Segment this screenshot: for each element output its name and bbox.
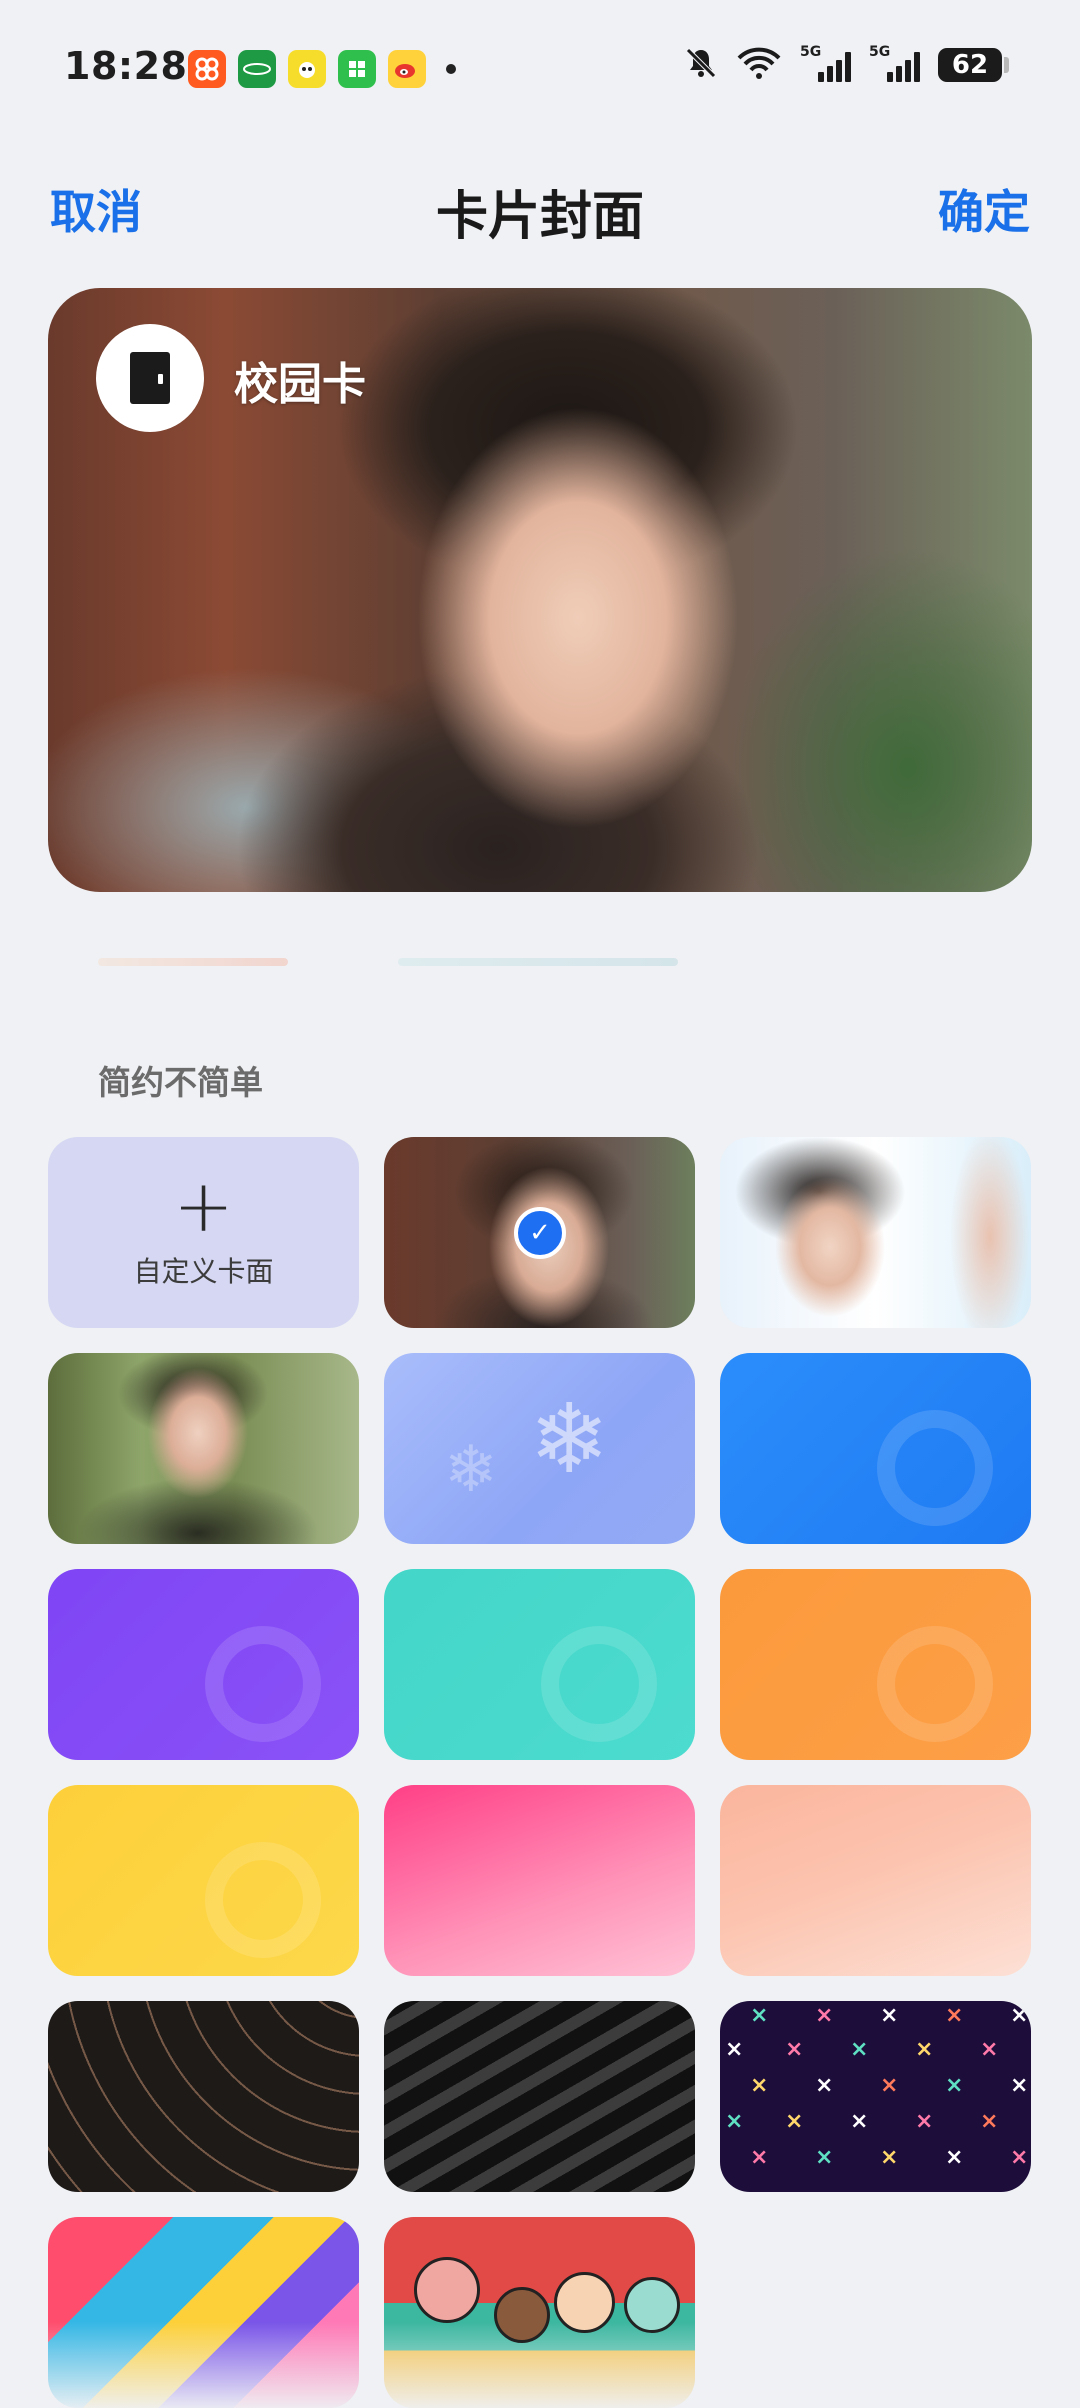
- cover-orange[interactable]: [720, 1569, 1031, 1760]
- notification-app-icons: [188, 50, 456, 88]
- cover-blue[interactable]: [720, 1353, 1031, 1544]
- cover-dark-lines[interactable]: [48, 2001, 359, 2192]
- snowflake-icon: ❄: [529, 1383, 610, 1495]
- cover-photo-1[interactable]: ✓: [384, 1137, 695, 1328]
- app-yellow-icon: [288, 50, 326, 88]
- custom-cover-tile[interactable]: + 自定义卡面: [48, 1137, 359, 1328]
- cover-zebra[interactable]: [384, 2001, 695, 2192]
- card-preview: 校园卡: [48, 288, 1032, 892]
- wifi-icon: [736, 46, 782, 84]
- scroll-hint-strip: [98, 958, 288, 966]
- cover-pink-waves[interactable]: [384, 1785, 695, 1976]
- battery-icon: 62: [938, 48, 1009, 82]
- cover-photo-3[interactable]: [48, 1353, 359, 1544]
- cover-yellow[interactable]: [48, 1785, 359, 1976]
- app-green-icon: [338, 50, 376, 88]
- page-title: 卡片封面: [435, 187, 644, 247]
- cover-purple[interactable]: [48, 1569, 359, 1760]
- cover-photo-2[interactable]: [720, 1137, 1031, 1328]
- signal-5g-1-icon: 5G: [800, 44, 851, 82]
- signal-5g-2-icon: 5G: [869, 44, 920, 82]
- cover-blocks[interactable]: [48, 2217, 359, 2408]
- mute-bell-icon: [684, 46, 718, 84]
- plus-icon: +: [173, 1163, 234, 1248]
- system-icons: 5G 5G 62: [684, 44, 1009, 84]
- cover-snowflake[interactable]: ❄ ❄: [384, 1353, 695, 1544]
- card-logo-door-icon: [96, 324, 204, 432]
- custom-cover-label: 自定义卡面: [133, 1254, 274, 1288]
- cover-peach-waves[interactable]: [720, 1785, 1031, 1976]
- scroll-hint-strip: [398, 958, 678, 966]
- cover-cartoon[interactable]: [384, 2217, 695, 2408]
- cover-grid: + 自定义卡面 ✓ ❄ ❄ × × × × × × × × × × × × × …: [48, 1137, 1032, 2408]
- cover-teal[interactable]: [384, 1569, 695, 1760]
- snowflake-icon: ❄: [444, 1433, 498, 1507]
- weibo-icon: [388, 50, 426, 88]
- section-title: 简约不简单: [98, 1063, 263, 1102]
- taobao-icon: [188, 50, 226, 88]
- confirm-button[interactable]: 确定: [938, 176, 1030, 242]
- status-bar: 18:28 5G 5G 62: [0, 0, 1080, 140]
- oppo-store-icon: [238, 50, 276, 88]
- cover-x-pattern[interactable]: × × × × × × × × × × × × × × × × × × × × …: [720, 2001, 1031, 2192]
- selected-check-icon: ✓: [514, 1207, 566, 1259]
- more-notifications-dot: [446, 64, 456, 74]
- top-navigation: 取消 卡片封面 确定: [0, 160, 1080, 250]
- status-time: 18:28: [64, 44, 188, 88]
- card-name: 校园卡: [234, 359, 366, 410]
